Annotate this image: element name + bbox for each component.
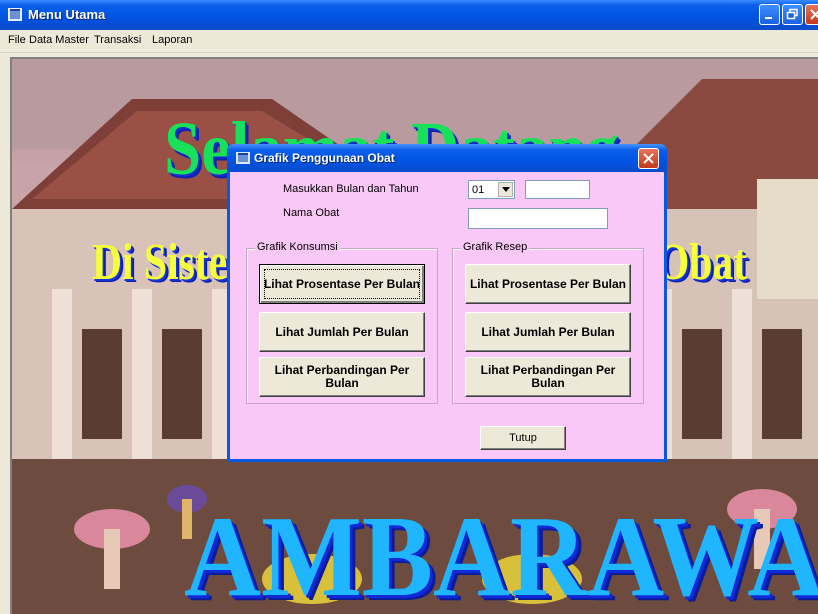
menu-bar: File Data Master Transaksi Laporan [0, 30, 818, 53]
group-grafik-konsumsi: Grafik Konsumsi Lihat Prosentase Per Bul… [246, 241, 438, 404]
system-text-right: Obat [657, 234, 748, 291]
maximize-button[interactable] [782, 4, 803, 25]
menu-data-master[interactable]: Data Master [29, 34, 89, 46]
location-text: AMBARAWA [184, 493, 818, 614]
nama-obat-field[interactable] [468, 208, 608, 229]
maximize-icon [786, 8, 798, 20]
minimize-button[interactable] [759, 4, 780, 25]
app-icon [8, 8, 22, 21]
month-value: 01 [472, 184, 485, 196]
close-icon [643, 153, 654, 164]
main-window-title: Menu Utama [28, 7, 106, 22]
menu-laporan[interactable]: Laporan [152, 34, 192, 46]
menu-transaksi[interactable]: Transaksi [94, 34, 141, 46]
minimize-icon [765, 17, 772, 19]
main-titlebar[interactable]: Menu Utama [0, 0, 818, 30]
tutup-button[interactable]: Tutup [480, 426, 566, 450]
group-grafik-resep: Grafik Resep Lihat Prosentase Per Bulan … [452, 241, 644, 404]
dialog-app-icon [236, 152, 250, 164]
dialog-titlebar[interactable]: Grafik Penggunaan Obat [227, 144, 667, 172]
resep-prosentase-button[interactable]: Lihat Prosentase Per Bulan [465, 264, 631, 304]
month-combo[interactable]: 01 [468, 180, 515, 199]
resep-jumlah-button[interactable]: Lihat Jumlah Per Bulan [465, 312, 631, 352]
group-konsumsi-title: Grafik Konsumsi [255, 241, 340, 253]
dialog-title: Grafik Penggunaan Obat [254, 151, 395, 165]
label-nama-obat: Nama Obat [283, 207, 340, 219]
konsumsi-perbandingan-button[interactable]: Lihat Perbandingan Per Bulan [259, 357, 425, 397]
dialog-close-button[interactable] [638, 148, 659, 169]
konsumsi-jumlah-button[interactable]: Lihat Jumlah Per Bulan [259, 312, 425, 352]
group-resep-title: Grafik Resep [461, 241, 530, 253]
resep-perbandingan-button[interactable]: Lihat Perbandingan Per Bulan [465, 357, 631, 397]
konsumsi-prosentase-button[interactable]: Lihat Prosentase Per Bulan [259, 264, 425, 304]
close-icon [810, 9, 818, 20]
main-close-button[interactable] [805, 4, 818, 25]
grafik-dialog: Grafik Penggunaan Obat Masukkan Bulan da… [227, 144, 667, 462]
menu-file[interactable]: File [8, 34, 26, 46]
year-field[interactable] [525, 180, 590, 199]
dropdown-arrow-icon [502, 187, 510, 192]
month-dropdown-button[interactable] [498, 182, 513, 197]
label-bulan-tahun: Masukkan Bulan dan Tahun [283, 183, 419, 195]
dialog-body: Masukkan Bulan dan Tahun 01 Nama Obat Gr… [230, 172, 664, 459]
